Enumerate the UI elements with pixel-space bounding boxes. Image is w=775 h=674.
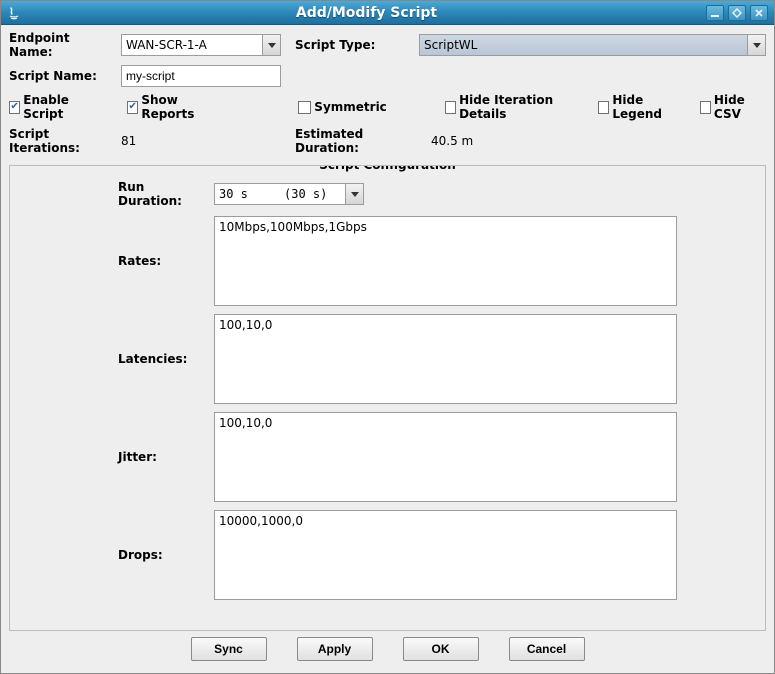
jitter-row: Jitter: bbox=[118, 412, 677, 502]
drops-row: Drops: bbox=[118, 510, 677, 600]
checkbox-icon bbox=[598, 101, 609, 114]
checkbox-icon bbox=[9, 101, 20, 114]
endpoint-name-value: WAN-SCR-1-A bbox=[126, 38, 207, 52]
latencies-row: Latencies: bbox=[118, 314, 677, 404]
script-type-label: Script Type: bbox=[295, 38, 413, 52]
row-endpoint-scripttype: Endpoint Name: WAN-SCR-1-A Script Type: … bbox=[9, 31, 766, 59]
script-name-input[interactable] bbox=[121, 65, 281, 87]
checkbox-icon bbox=[127, 101, 138, 114]
rates-input[interactable] bbox=[214, 216, 677, 306]
drops-input[interactable] bbox=[214, 510, 677, 600]
hide-iteration-details-check[interactable]: Hide Iteration Details bbox=[445, 93, 582, 121]
button-bar: Sync Apply OK Cancel bbox=[9, 631, 766, 669]
sync-button[interactable]: Sync bbox=[191, 637, 267, 661]
latencies-label: Latencies: bbox=[118, 352, 208, 366]
script-type-combo[interactable]: ScriptWL bbox=[419, 34, 766, 56]
java-icon bbox=[6, 5, 22, 21]
enable-script-label: Enable Script bbox=[23, 93, 99, 121]
cancel-button[interactable]: Cancel bbox=[509, 637, 585, 661]
minimize-button[interactable] bbox=[706, 5, 724, 21]
script-name-label: Script Name: bbox=[9, 69, 115, 83]
estimated-duration-value: 40.5 m bbox=[431, 134, 473, 148]
checkbox-icon bbox=[700, 101, 711, 114]
latencies-input[interactable] bbox=[214, 314, 677, 404]
endpoint-name-label: Endpoint Name: bbox=[9, 31, 115, 59]
checkbox-icon bbox=[445, 101, 456, 114]
hide-iteration-details-label: Hide Iteration Details bbox=[459, 93, 582, 121]
row-script-name: Script Name: bbox=[9, 65, 766, 87]
hide-csv-label: Hide CSV bbox=[714, 93, 766, 121]
run-duration-label: Run Duration: bbox=[118, 180, 208, 208]
window-buttons bbox=[706, 5, 768, 21]
titlebar: Add/Modify Script bbox=[1, 1, 774, 25]
run-duration-row: Run Duration: 30 s (30 s) bbox=[118, 180, 677, 208]
rates-label: Rates: bbox=[118, 254, 208, 268]
maximize-button[interactable] bbox=[728, 5, 746, 21]
script-configuration-group: Script Configuration Run Duration: 30 s … bbox=[9, 165, 766, 631]
rates-row: Rates: bbox=[118, 216, 677, 306]
ok-button[interactable]: OK bbox=[403, 637, 479, 661]
row-iterations-duration: Script Iterations: 81 Estimated Duration… bbox=[9, 127, 766, 155]
close-button[interactable] bbox=[750, 5, 768, 21]
hide-legend-label: Hide Legend bbox=[612, 93, 683, 121]
script-configuration-title: Script Configuration bbox=[313, 165, 462, 172]
drops-label: Drops: bbox=[118, 548, 208, 562]
enable-script-check[interactable]: Enable Script bbox=[9, 93, 99, 121]
checkbox-icon bbox=[298, 101, 311, 114]
jitter-input[interactable] bbox=[214, 412, 677, 502]
row-checks: Enable Script Show Reports Symmetric Hid… bbox=[9, 93, 766, 121]
show-reports-label: Show Reports bbox=[141, 93, 220, 121]
run-duration-combo[interactable]: 30 s (30 s) bbox=[214, 183, 364, 205]
script-type-value: ScriptWL bbox=[424, 38, 477, 52]
run-duration-value: 30 s (30 s) bbox=[219, 187, 327, 201]
chevron-down-icon bbox=[345, 184, 363, 204]
chevron-down-icon bbox=[747, 35, 765, 55]
jitter-label: Jitter: bbox=[118, 450, 208, 464]
symmetric-check[interactable]: Symmetric bbox=[298, 100, 387, 114]
endpoint-name-combo[interactable]: WAN-SCR-1-A bbox=[121, 34, 281, 56]
content-area: Endpoint Name: WAN-SCR-1-A Script Type: … bbox=[1, 25, 774, 673]
script-iterations-value: 81 bbox=[121, 134, 281, 148]
window-title: Add/Modify Script bbox=[27, 5, 706, 21]
script-iterations-label: Script Iterations: bbox=[9, 127, 115, 155]
add-modify-script-window: Add/Modify Script Endpoint Name: WAN-SCR… bbox=[0, 0, 775, 674]
hide-csv-check[interactable]: Hide CSV bbox=[700, 93, 766, 121]
apply-button[interactable]: Apply bbox=[297, 637, 373, 661]
script-configuration-inner: Run Duration: 30 s (30 s) Rates: Latenci… bbox=[18, 180, 757, 622]
hide-legend-check[interactable]: Hide Legend bbox=[598, 93, 684, 121]
estimated-duration-label: Estimated Duration: bbox=[295, 127, 425, 155]
symmetric-label: Symmetric bbox=[314, 100, 387, 114]
show-reports-check[interactable]: Show Reports bbox=[127, 93, 220, 121]
chevron-down-icon bbox=[262, 35, 280, 55]
